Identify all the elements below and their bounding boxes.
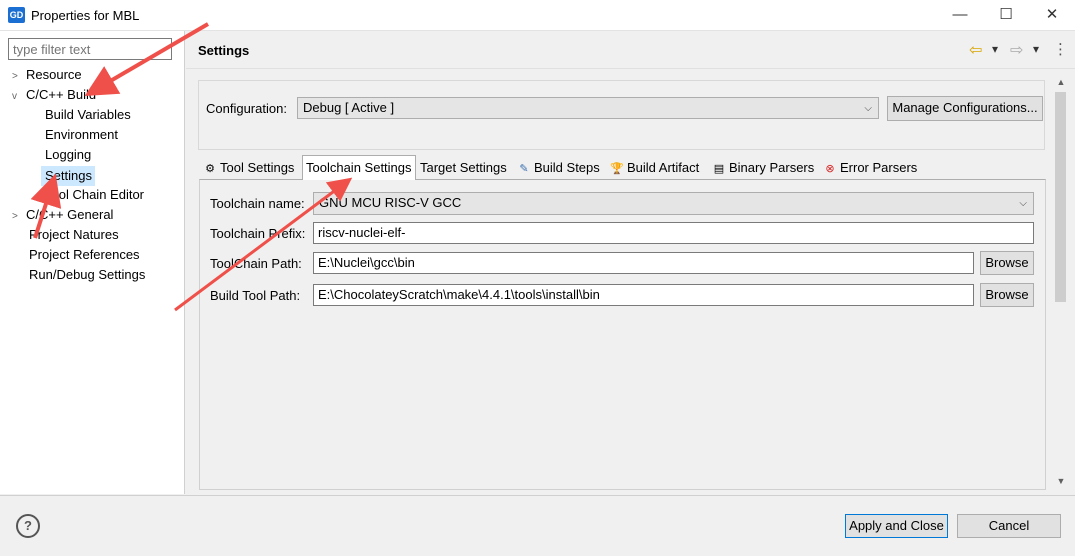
toolchain-path-browse-button[interactable]: Browse xyxy=(980,251,1034,275)
forward-arrow-icon[interactable]: ⇨ xyxy=(1010,40,1023,60)
scroll-up-icon[interactable]: ▲ xyxy=(1053,77,1069,87)
tab-label: Tool Settings xyxy=(220,160,295,175)
tree-item-label: C/C++ Build xyxy=(26,87,97,102)
back-arrow-icon[interactable]: ⇦ xyxy=(969,40,982,60)
configuration-value: Debug [ Active ] xyxy=(303,100,395,115)
tab-label: Build Steps xyxy=(534,160,600,175)
tree-item-project-natures[interactable]: Project Natures xyxy=(29,226,119,244)
tree-item-settings[interactable]: Settings xyxy=(45,167,92,185)
tree-item-logging[interactable]: Logging xyxy=(45,146,91,164)
tree-item-resource[interactable]: > Resource xyxy=(12,66,82,84)
tab-label: Error Parsers xyxy=(840,160,918,175)
chevron-right-icon[interactable]: > xyxy=(12,208,26,226)
title-bar xyxy=(0,0,1075,31)
configuration-label: Configuration: xyxy=(206,101,287,116)
maximize-button[interactable]: ☐ xyxy=(983,0,1029,30)
tree-item-build-variables[interactable]: Build Variables xyxy=(45,106,131,124)
apply-and-close-button[interactable]: Apply and Close xyxy=(845,514,948,538)
tree-item-label: Resource xyxy=(26,67,82,82)
filter-input[interactable] xyxy=(8,38,172,60)
chevron-down-icon: ⌵ xyxy=(1019,198,1027,209)
tab-label: Binary Parsers xyxy=(729,160,815,175)
tab-build-artifact[interactable]: 🏆 Build Artifact xyxy=(608,157,699,179)
chevron-right-icon[interactable]: > xyxy=(12,68,26,86)
toolchain-name-select[interactable]: GNU MCU RISC-V GCC ⌵ xyxy=(313,192,1034,215)
chevron-down-icon: ⌵ xyxy=(864,103,872,114)
tab-toolchain-settings[interactable]: Toolchain Settings xyxy=(304,157,412,179)
tool-settings-icon: ⚙ xyxy=(205,163,215,175)
window-title: Properties for MBL xyxy=(31,8,140,23)
tab-label: Toolchain Settings xyxy=(306,160,412,175)
tab-error-parsers[interactable]: ⊗ Error Parsers xyxy=(821,157,917,179)
cancel-button[interactable]: Cancel xyxy=(957,514,1061,538)
tab-tool-settings[interactable]: ⚙ Tool Settings xyxy=(201,157,294,179)
build-tool-path-label: Build Tool Path: xyxy=(210,288,301,303)
help-icon[interactable]: ? xyxy=(16,514,40,538)
toolchain-name-label: Toolchain name: xyxy=(210,196,305,211)
forward-dropdown-icon[interactable]: ▾ xyxy=(1033,42,1039,56)
toolchain-prefix-label: Toolchain Prefix: xyxy=(210,226,306,241)
tab-label: Target Settings xyxy=(420,160,507,175)
scroll-down-icon[interactable]: ▼ xyxy=(1053,476,1069,486)
configuration-select[interactable]: Debug [ Active ] ⌵ xyxy=(297,97,879,119)
close-button[interactable]: ✕ xyxy=(1029,0,1075,30)
minimize-button[interactable]: — xyxy=(937,0,983,30)
back-dropdown-icon[interactable]: ▾ xyxy=(992,42,998,56)
page-title: Settings xyxy=(198,43,250,58)
tree-item-cc-general[interactable]: > C/C++ General xyxy=(12,206,113,224)
tab-binary-parsers[interactable]: ▤ Binary Parsers xyxy=(710,157,814,179)
chevron-down-icon[interactable]: v xyxy=(12,88,26,106)
view-menu-icon[interactable]: ⋮ xyxy=(1053,40,1068,58)
error-icon: ⊗ xyxy=(825,163,835,175)
app-logo-icon: GD xyxy=(8,7,25,23)
binary-parsers-icon: ▤ xyxy=(713,163,725,175)
scrollbar-thumb[interactable] xyxy=(1055,92,1066,302)
build-steps-icon: ✎ xyxy=(519,163,529,175)
toolchain-prefix-input[interactable]: riscv-nuclei-elf- xyxy=(313,222,1034,244)
manage-configurations-button[interactable]: Manage Configurations... xyxy=(887,96,1043,121)
tree-item-project-references[interactable]: Project References xyxy=(29,246,140,264)
toolchain-name-value: GNU MCU RISC-V GCC xyxy=(319,195,462,210)
build-tool-path-browse-button[interactable]: Browse xyxy=(980,283,1034,307)
tab-target-settings[interactable]: Target Settings xyxy=(418,157,507,179)
tab-build-steps[interactable]: ✎ Build Steps xyxy=(515,157,600,179)
tree-item-label: C/C++ General xyxy=(26,207,114,222)
tab-label: Build Artifact xyxy=(627,160,700,175)
tree-item-cc-build[interactable]: v C/C++ Build xyxy=(12,86,96,104)
tree-item-run-debug-settings[interactable]: Run/Debug Settings xyxy=(29,266,145,284)
trophy-icon: 🏆 xyxy=(610,163,624,175)
tree-item-environment[interactable]: Environment xyxy=(45,126,118,144)
build-tool-path-input[interactable]: E:\ChocolateyScratch\make\4.4.1\tools\in… xyxy=(313,284,974,306)
tree-item-tool-chain-editor[interactable]: Tool Chain Editor xyxy=(45,186,144,204)
toolchain-path-input[interactable]: E:\Nuclei\gcc\bin xyxy=(313,252,974,274)
header-divider xyxy=(186,68,1075,69)
toolchain-path-label: ToolChain Path: xyxy=(210,256,302,271)
